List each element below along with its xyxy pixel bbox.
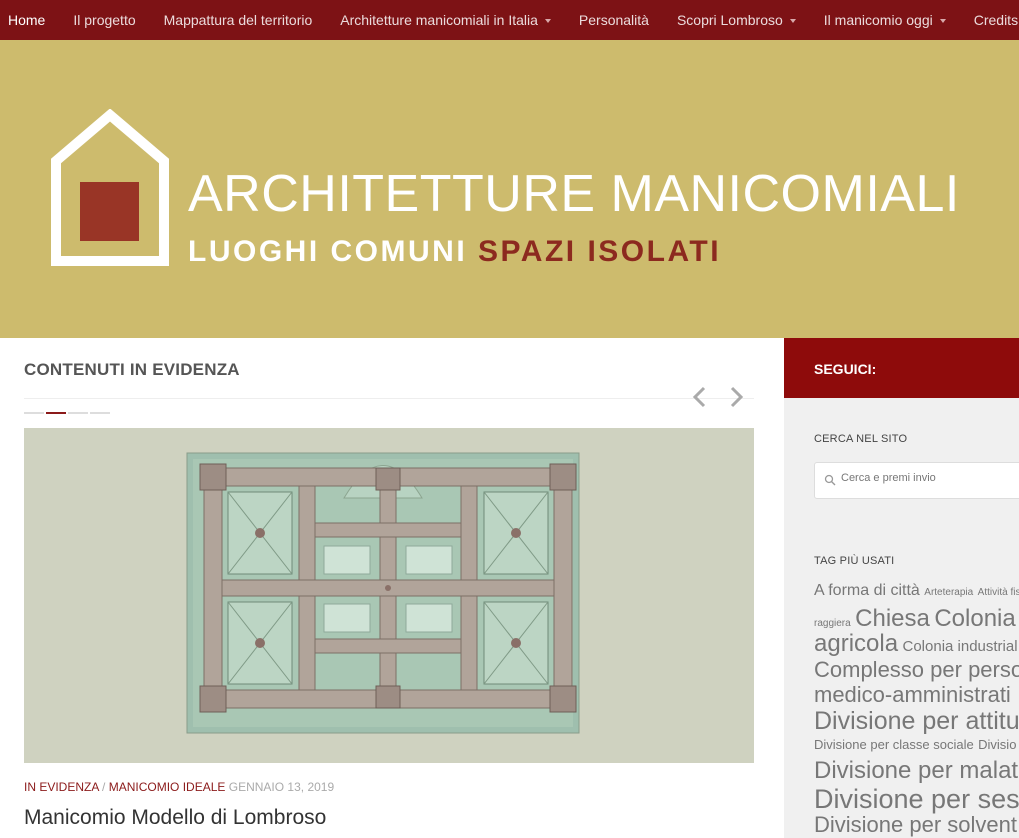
nav-label: Il manicomio oggi <box>823 12 933 28</box>
post-meta: IN EVIDENZA / MANICOMIO IDEALE GENNAIO 1… <box>24 780 334 794</box>
nav-label: Scopri Lombroso <box>676 12 783 28</box>
nav-item-credits[interactable]: Credits <box>960 0 1019 40</box>
tag-link[interactable]: A forma di città <box>814 582 920 599</box>
subtitle-part-1: LUOGHI COMUNI <box>188 235 468 268</box>
nav-item-architetture[interactable]: Architetture manicomiali in Italia <box>326 0 565 40</box>
chevron-down-icon <box>789 19 796 23</box>
nav-item-personalita[interactable]: Personalità <box>565 0 663 40</box>
slider-divider <box>24 398 754 399</box>
category-link-evidenza[interactable]: IN EVIDENZA <box>24 780 99 794</box>
tag-link[interactable]: Colonia <box>934 605 1015 632</box>
slider-dot[interactable] <box>68 412 88 414</box>
house-logo-icon <box>51 109 169 266</box>
site-title: ARCHITETTURE MANICOMIALI <box>188 165 960 223</box>
tag-link[interactable]: Divisione per classe sociale <box>814 737 974 752</box>
tag-link[interactable]: Divisione per solvent <box>814 812 1017 837</box>
tag-cloud: A forma di città Arteterapia Attività fi… <box>814 583 1019 838</box>
tags-widget-title: TAG PIÙ USATI <box>814 555 895 567</box>
slider-dot[interactable] <box>24 412 44 414</box>
site-header: ARCHITETTURE MANICOMIALI LUOGHI COMUNI S… <box>0 40 1019 338</box>
follow-heading: SEGUICI: <box>814 361 877 377</box>
sidebar: SEGUICI: CERCA NEL SITO TAG PIÙ USATI A … <box>784 338 1019 838</box>
tag-link[interactable]: Divisione per ses <box>814 784 1019 814</box>
chevron-down-icon <box>544 19 551 23</box>
search-box <box>814 462 1019 499</box>
post-date: GENNAIO 13, 2019 <box>228 780 335 794</box>
chevron-down-icon <box>939 19 946 23</box>
main-content: CONTENUTI IN EVIDENZA IN EVIDENZA / MANI… <box>0 338 784 838</box>
chevron-right-icon[interactable] <box>728 385 746 409</box>
featured-section-title: CONTENUTI IN EVIDENZA <box>24 360 240 379</box>
subtitle-part-2: SPAZI ISOLATI <box>478 235 722 268</box>
tag-link[interactable]: Divisione per attitu <box>814 707 1019 735</box>
tag-link[interactable]: Divisio <box>978 737 1016 752</box>
featured-image[interactable] <box>24 428 754 763</box>
slider-pagination <box>24 412 112 414</box>
search-widget-title: CERCA NEL SITO <box>814 433 908 445</box>
tag-link[interactable]: Complesso per perso <box>814 657 1019 682</box>
tag-link[interactable]: Colonia industrial <box>903 638 1018 655</box>
site-subtitle: LUOGHI COMUNI SPAZI ISOLATI <box>188 237 721 267</box>
nav-item-lombroso[interactable]: Scopri Lombroso <box>663 0 810 40</box>
tag-link[interactable]: medico-amministrati <box>814 682 1011 707</box>
category-link-manicomio-ideale[interactable]: MANICOMIO IDEALE <box>109 780 226 794</box>
tag-link[interactable]: Attività fis <box>978 587 1019 598</box>
tag-link[interactable]: Chiesa <box>855 605 930 632</box>
nav-item-progetto[interactable]: Il progetto <box>59 0 149 40</box>
search-input[interactable] <box>841 472 1019 484</box>
asylum-floorplan-image <box>24 428 754 763</box>
nav-label: Architetture manicomiali in Italia <box>340 12 538 28</box>
post-title-link[interactable]: Manicomio Modello di Lombroso <box>24 806 326 830</box>
main-nav: Home Il progetto Mappattura del territor… <box>0 0 1019 40</box>
nav-label: Mappattura del territorio <box>163 12 313 28</box>
nav-item-mappatura[interactable]: Mappattura del territorio <box>150 0 327 40</box>
tag-link[interactable]: agricola <box>814 630 898 657</box>
nav-label: Il progetto <box>73 12 136 28</box>
search-icon <box>824 474 836 486</box>
tag-link[interactable]: Arteterapia <box>924 587 973 598</box>
nav-item-home[interactable]: Home <box>0 0 59 40</box>
slider-dot-active[interactable] <box>46 412 66 414</box>
chevron-left-icon[interactable] <box>690 385 708 409</box>
tag-link[interactable]: Divisione per malat <box>814 757 1018 784</box>
nav-item-manicomio-oggi[interactable]: Il manicomio oggi <box>810 0 960 40</box>
tag-link[interactable]: raggiera <box>814 618 851 629</box>
nav-label: Home <box>8 12 46 28</box>
meta-separator: / <box>102 780 106 794</box>
sidebar-follow-header: SEGUICI: <box>784 338 1019 398</box>
nav-label: Credits <box>973 12 1019 28</box>
nav-label: Personalità <box>578 12 649 28</box>
slider-dot[interactable] <box>90 412 110 414</box>
